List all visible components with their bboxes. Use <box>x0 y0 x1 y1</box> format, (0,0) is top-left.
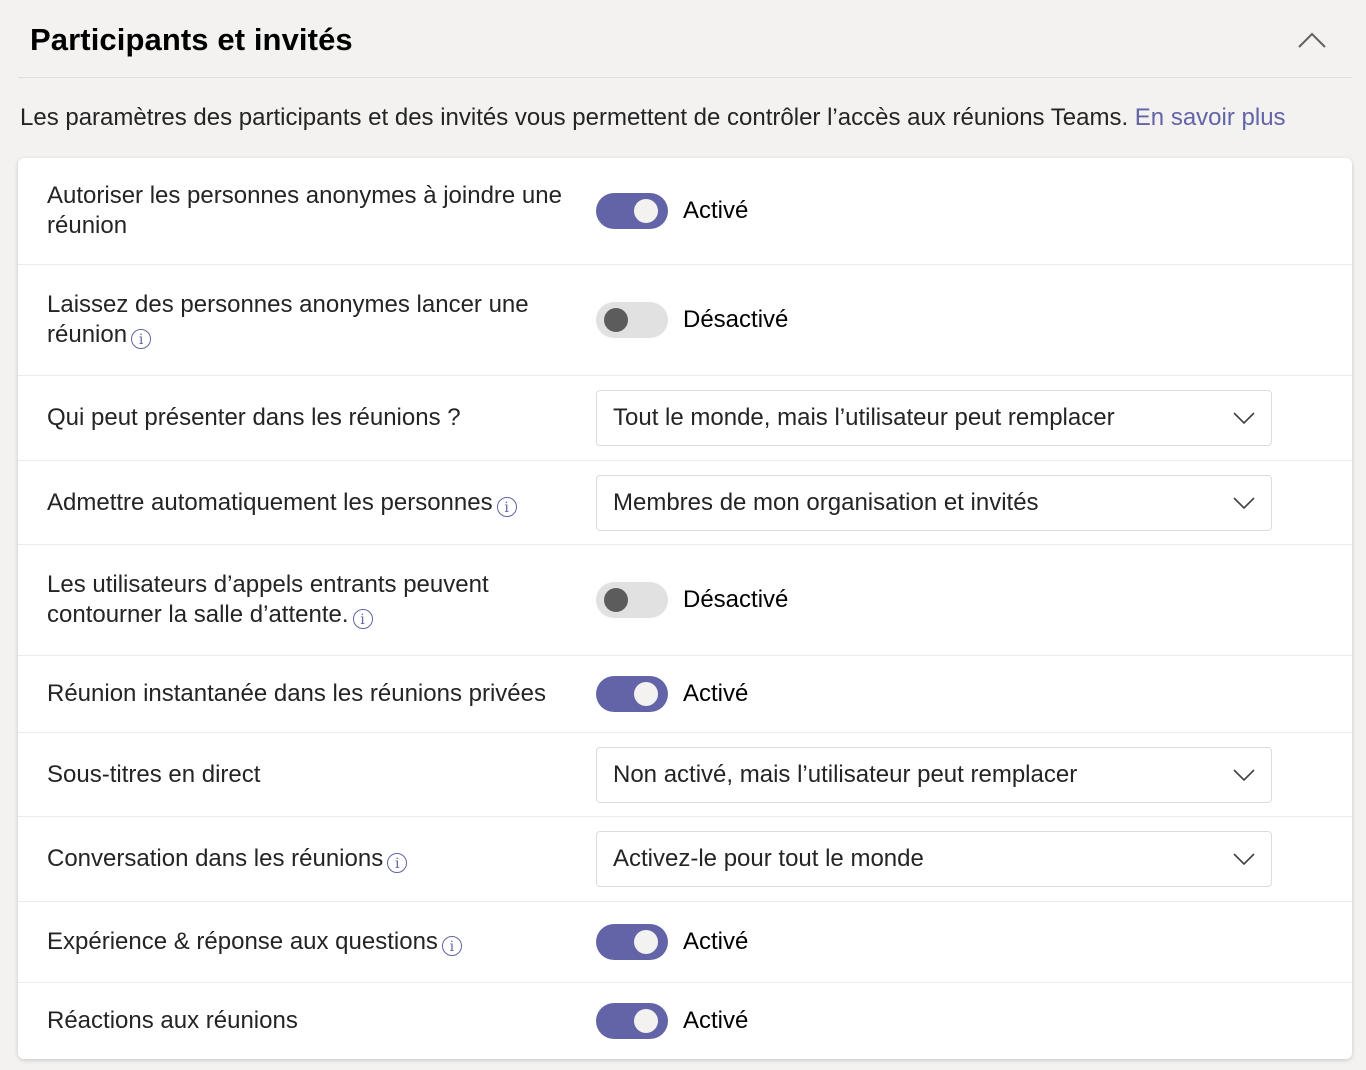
toggle-switch[interactable] <box>596 193 668 229</box>
setting-row: Laissez des personnes anonymes lancer un… <box>18 265 1352 376</box>
chevron-down-icon <box>1233 853 1255 866</box>
dropdown-value: Membres de mon organisation et invités <box>613 488 1039 516</box>
setting-row: Réunion instantanée dans les réunions pr… <box>18 656 1352 733</box>
toggle-status: Activé <box>683 197 749 224</box>
toggle-status: Activé <box>683 1007 749 1034</box>
info-icon[interactable]: i <box>131 329 152 349</box>
toggle-knob <box>634 199 658 223</box>
setting-label: Réactions aux réunions <box>47 1007 298 1034</box>
setting-label: Autoriser les personnes anonymes à joind… <box>47 182 562 239</box>
setting-label: Admettre automatiquement les personnes i <box>47 488 567 518</box>
setting-label: Les utilisateurs d’appels entrants peuve… <box>47 571 489 629</box>
setting-row: Autoriser les personnes anonymes à joind… <box>18 158 1352 265</box>
info-icon[interactable]: i <box>352 609 373 629</box>
setting-label: Réunion instantanée dans les réunions pr… <box>47 680 546 707</box>
toggle-knob <box>604 308 628 332</box>
toggle-knob <box>604 588 628 612</box>
toggle-switch[interactable] <box>596 676 668 712</box>
toggle-knob <box>634 930 658 954</box>
setting-label: Sous-titres en direct <box>47 760 261 788</box>
setting-row: Sous-titres en direct Non activé, mais l… <box>18 733 1352 817</box>
setting-row: Conversation dans les réunions i Activez-… <box>18 817 1352 902</box>
setting-row: Admettre automatiquement les personnes i … <box>18 461 1352 545</box>
dropdown-value: Non activé, mais l’utilisateur peut remp… <box>613 760 1078 788</box>
description-text: Les paramètres des participants et des i… <box>20 104 1135 131</box>
setting-label: Conversation dans les réunions i <box>47 844 567 874</box>
dropdown-value: Activez-le pour tout le monde <box>613 845 924 872</box>
toggle-status: Désactivé <box>683 586 789 613</box>
toggle-status: Activé <box>683 928 749 955</box>
toggle-switch[interactable] <box>596 582 668 618</box>
section-description: Les paramètres des participants et des i… <box>20 104 1286 132</box>
live-captions-dropdown[interactable]: Non activé, mais l’utilisateur peut remp… <box>596 746 1272 803</box>
toggle-knob <box>634 682 658 706</box>
dropdown-value: Tout le monde, mais l’utilisateur peut r… <box>613 404 1115 431</box>
chevron-down-icon <box>1233 768 1255 781</box>
setting-label: Qui peut présenter dans les réunions ? <box>47 404 461 431</box>
setting-row: Réactions aux réunions Activé <box>18 983 1352 1059</box>
section-title: Participants et invités <box>30 22 353 57</box>
info-icon[interactable]: i <box>496 496 517 517</box>
section-header: Participants et invités <box>18 0 1352 78</box>
settings-card: Autoriser les personnes anonymes à joind… <box>18 158 1352 1059</box>
setting-row: Les utilisateurs d’appels entrants peuve… <box>18 545 1352 656</box>
meeting-chat-dropdown[interactable]: Activez-le pour tout le monde <box>596 831 1272 887</box>
toggle-status: Désactivé <box>683 306 789 333</box>
chevron-down-icon <box>1233 496 1255 509</box>
learn-more-link[interactable]: En savoir plus <box>1135 104 1286 131</box>
toggle-switch[interactable] <box>596 924 668 960</box>
collapse-button[interactable] <box>1294 24 1330 56</box>
toggle-knob <box>634 1009 658 1033</box>
chevron-up-icon <box>1298 32 1326 48</box>
setting-row: Qui peut présenter dans les réunions ? T… <box>18 376 1352 461</box>
setting-label: Expérience & réponse aux questions i <box>47 927 567 957</box>
toggle-status: Activé <box>683 680 749 707</box>
toggle-switch[interactable] <box>596 1003 668 1039</box>
presenter-dropdown[interactable]: Tout le monde, mais l’utilisateur peut r… <box>596 390 1272 446</box>
setting-label: Laissez des personnes anonymes lancer un… <box>47 291 529 349</box>
toggle-switch[interactable] <box>596 302 668 338</box>
auto-admit-dropdown[interactable]: Membres de mon organisation et invités <box>596 474 1272 531</box>
setting-row: Expérience & réponse aux questions i Acti… <box>18 902 1352 983</box>
info-icon[interactable]: i <box>441 936 462 956</box>
chevron-down-icon <box>1233 412 1255 425</box>
info-icon[interactable]: i <box>387 853 408 873</box>
